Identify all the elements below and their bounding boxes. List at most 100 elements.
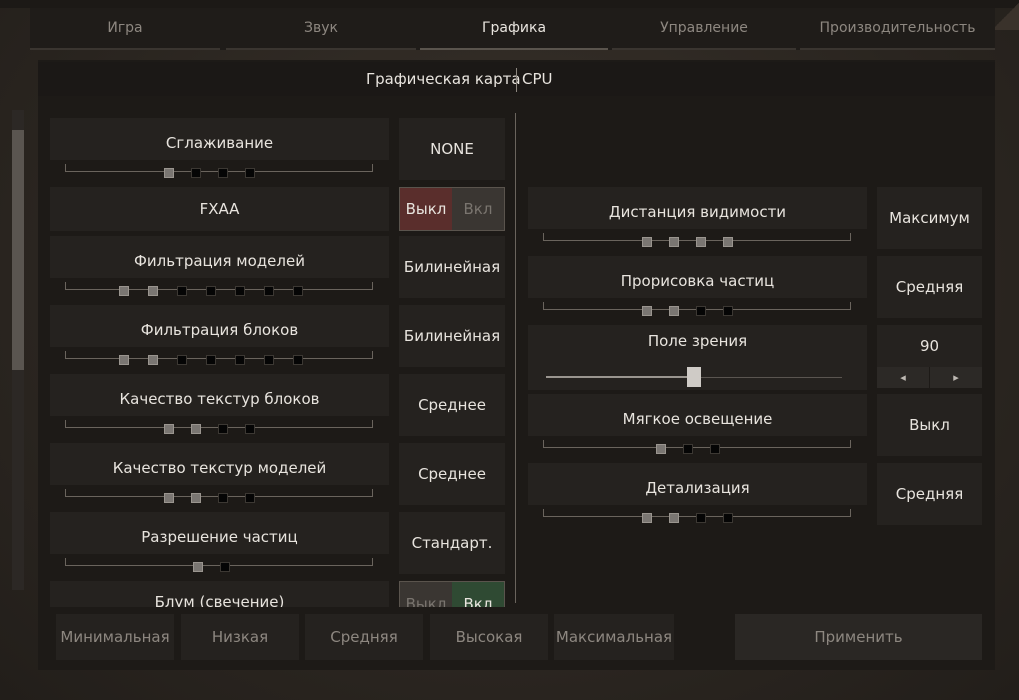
- model-textures-label: Качество текстур моделей: [112, 459, 327, 477]
- subtab-cpu[interactable]: CPU: [522, 68, 553, 90]
- step-dot[interactable]: [148, 286, 158, 296]
- step-dot[interactable]: [164, 424, 174, 434]
- soft-light-steps[interactable]: [656, 444, 720, 454]
- step-dot[interactable]: [264, 355, 274, 365]
- particles-steps[interactable]: [642, 306, 733, 316]
- tab-graphics[interactable]: Графика: [420, 8, 608, 50]
- block-textures-steps[interactable]: [164, 424, 255, 434]
- step-dot[interactable]: [696, 237, 706, 247]
- step-dot[interactable]: [119, 286, 129, 296]
- particle-res-value[interactable]: Стандарт.: [399, 512, 505, 574]
- step-dot[interactable]: [642, 306, 652, 316]
- step-dot[interactable]: [119, 355, 129, 365]
- step-dot[interactable]: [177, 286, 187, 296]
- soft-light-value[interactable]: Выкл: [877, 394, 982, 456]
- step-dot[interactable]: [696, 513, 706, 523]
- model-filter-value[interactable]: Билинейная: [399, 236, 505, 298]
- antialiasing-steps[interactable]: [164, 168, 255, 178]
- step-dot[interactable]: [669, 306, 679, 316]
- view-distance-value[interactable]: Максимум: [877, 187, 982, 249]
- particles-value[interactable]: Средняя: [877, 256, 982, 318]
- fov-increase-button[interactable]: ▸: [930, 367, 982, 388]
- block-textures-value[interactable]: Среднее: [399, 374, 505, 436]
- step-dot[interactable]: [245, 168, 255, 178]
- step-dot[interactable]: [191, 168, 201, 178]
- step-dot[interactable]: [218, 168, 228, 178]
- view-distance-label: Дистанция видимости: [608, 203, 787, 221]
- model-textures-steps[interactable]: [164, 493, 255, 503]
- block-filter-steps[interactable]: [119, 355, 303, 365]
- step-dot[interactable]: [683, 444, 693, 454]
- bloom-off-option[interactable]: Выкл: [400, 582, 452, 607]
- view-distance-steps[interactable]: [642, 237, 733, 247]
- step-dot[interactable]: [220, 562, 230, 572]
- preset-max-button[interactable]: Максимальная: [554, 614, 674, 660]
- step-dot[interactable]: [148, 355, 158, 365]
- soft-light-label-box: Мягкое освещение: [528, 394, 867, 436]
- subtab-gpu[interactable]: Графическая карта: [366, 68, 521, 90]
- step-dot[interactable]: [235, 355, 245, 365]
- step-dot[interactable]: [264, 286, 274, 296]
- step-dot[interactable]: [642, 513, 652, 523]
- step-dot[interactable]: [164, 168, 174, 178]
- step-dot[interactable]: [177, 355, 187, 365]
- step-dot[interactable]: [723, 513, 733, 523]
- step-dot[interactable]: [193, 562, 203, 572]
- step-dot[interactable]: [710, 444, 720, 454]
- fov-decrease-button[interactable]: ◂: [877, 367, 929, 388]
- step-dot[interactable]: [245, 424, 255, 434]
- step-dot[interactable]: [723, 306, 733, 316]
- antialiasing-value[interactable]: NONE: [399, 118, 505, 180]
- preset-high-button[interactable]: Высокая: [430, 614, 548, 660]
- apply-button[interactable]: Применить: [735, 614, 982, 660]
- fov-value: 90: [877, 325, 982, 367]
- step-dot[interactable]: [723, 237, 733, 247]
- fxaa-label: FXAA: [199, 200, 240, 218]
- model-filter-steps[interactable]: [119, 286, 303, 296]
- particle-res-label-box: Разрешение частиц: [50, 512, 389, 554]
- step-dot[interactable]: [206, 355, 216, 365]
- step-dot[interactable]: [235, 286, 245, 296]
- scrollbar-thumb[interactable]: [12, 130, 24, 370]
- step-dot[interactable]: [669, 237, 679, 247]
- preset-minimal-button[interactable]: Минимальная: [56, 614, 174, 660]
- fxaa-on-option[interactable]: Вкл: [452, 188, 504, 230]
- fxaa-toggle[interactable]: Выкл Вкл: [399, 187, 505, 231]
- tab-performance[interactable]: Производительность: [800, 8, 995, 50]
- detail-label: Детализация: [645, 479, 750, 497]
- block-filter-value[interactable]: Билинейная: [399, 305, 505, 367]
- step-dot[interactable]: [642, 237, 652, 247]
- tab-game[interactable]: Игра: [30, 8, 220, 50]
- detail-label-box: Детализация: [528, 463, 867, 505]
- bloom-on-option[interactable]: Вкл: [452, 582, 504, 607]
- model-filter-label: Фильтрация моделей: [134, 252, 305, 270]
- step-dot[interactable]: [656, 444, 666, 454]
- step-dot[interactable]: [191, 493, 201, 503]
- step-dot[interactable]: [164, 493, 174, 503]
- step-dot[interactable]: [696, 306, 706, 316]
- preset-medium-button[interactable]: Средняя: [305, 614, 423, 660]
- detail-value[interactable]: Средняя: [877, 463, 982, 525]
- column-divider: [515, 113, 516, 603]
- bloom-toggle[interactable]: Выкл Вкл: [399, 581, 505, 607]
- preset-low-button[interactable]: Низкая: [181, 614, 299, 660]
- model-textures-value[interactable]: Среднее: [399, 443, 505, 505]
- step-dot[interactable]: [206, 286, 216, 296]
- particle-res-steps[interactable]: [193, 562, 230, 572]
- block-filter-label-box: Фильтрация блоков: [50, 305, 389, 347]
- fxaa-off-option[interactable]: Выкл: [400, 188, 452, 230]
- tab-sound[interactable]: Звук: [226, 8, 416, 50]
- fov-slider-thumb[interactable]: [687, 367, 701, 387]
- detail-steps[interactable]: [642, 513, 733, 523]
- step-dot[interactable]: [191, 424, 201, 434]
- block-textures-label-box: Качество текстур блоков: [50, 374, 389, 416]
- step-dot[interactable]: [218, 493, 228, 503]
- particles-label: Прорисовка частиц: [620, 272, 775, 290]
- step-dot[interactable]: [669, 513, 679, 523]
- step-dot[interactable]: [293, 355, 303, 365]
- step-dot[interactable]: [293, 286, 303, 296]
- step-dot[interactable]: [218, 424, 228, 434]
- tab-controls[interactable]: Управление: [612, 8, 796, 50]
- step-dot[interactable]: [245, 493, 255, 503]
- particle-res-label: Разрешение частиц: [141, 528, 298, 546]
